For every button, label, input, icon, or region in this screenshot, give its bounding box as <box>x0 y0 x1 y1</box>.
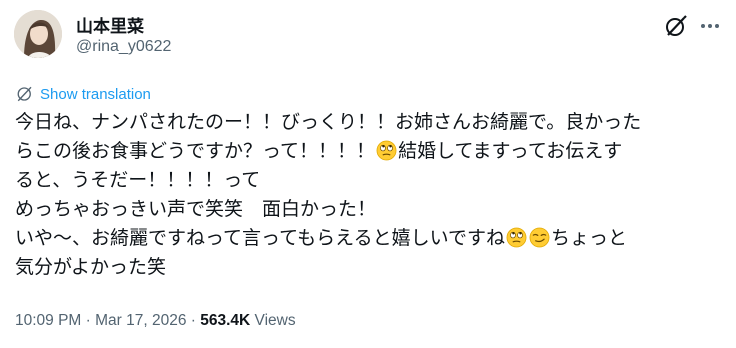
tweet-text-segment: 気分がよかった笑 <box>15 256 167 278</box>
author-name[interactable]: 山本里菜 <box>76 12 144 37</box>
tweet-card: 山本里菜 @rina_y0622 Show translation 今日ね、ナン… <box>0 0 736 348</box>
tweet-text-segment: いや〜、お綺麗ですねって言ってもらえると嬉しいですね <box>15 227 506 249</box>
tweet-date[interactable]: Mar 17, 2026 <box>95 312 186 329</box>
tweet-line: めっちゃおっきい声で笑笑 面白かった！ <box>15 195 720 224</box>
author-handle[interactable]: @rina_y0622 <box>76 38 171 56</box>
tweet-line: 気分がよかった笑 <box>15 253 720 282</box>
meta-separator: · <box>186 312 201 329</box>
globe-icon <box>17 86 32 102</box>
more-horizontal-icon[interactable] <box>698 14 722 38</box>
tweet-text-segment: ると、うそだー！！！！って <box>15 169 261 191</box>
smirking-face-emoji-icon <box>529 227 550 248</box>
tweet-text-segment: めっちゃおっきい声で笑笑 面白かった！ <box>15 198 377 220</box>
tweet-meta: 10:09 PM · Mar 17, 2026 · 563.4K Views <box>15 312 296 330</box>
show-translation-label[interactable]: Show translation <box>40 86 151 103</box>
tweet-line: ると、うそだー！！！！って <box>15 166 720 195</box>
tweet-line: いや〜、お綺麗ですねって言ってもらえると嬉しいですね ちょっと <box>15 224 720 253</box>
tweet-line: らこの後お食事どうですか？って！！！！ 結婚してますってお伝えす <box>15 137 720 166</box>
tweet-text: 今日ね、ナンパされたのー！！びっくり！！お姉さんお綺麗で。良かった らこの後お食事… <box>15 108 720 282</box>
meta-separator: · <box>81 312 96 329</box>
tweet-text-segment: 今日ね、ナンパされたのー！！びっくり！！お姉さんお綺麗で。良かった <box>15 111 642 133</box>
tweet-text-segment: らこの後お食事どうですか？って！！！！ <box>15 140 376 162</box>
grok-icon[interactable] <box>664 14 688 38</box>
show-translation-link[interactable]: Show translation <box>16 84 151 104</box>
views-count: 563.4K <box>200 312 251 329</box>
avatar[interactable] <box>14 10 62 58</box>
tweet-line: 今日ね、ナンパされたのー！！びっくり！！お姉さんお綺麗で。良かった <box>15 108 720 137</box>
tweet-text-segment: ちょっと <box>551 227 628 249</box>
face-with-rolling-eyes-emoji-icon <box>506 227 527 248</box>
views-label: Views <box>250 312 296 329</box>
tweet-time[interactable]: 10:09 PM <box>15 312 81 329</box>
tweet-text-segment: 結婚してますってお伝えす <box>398 140 623 162</box>
face-with-rolling-eyes-emoji-icon <box>376 140 397 161</box>
